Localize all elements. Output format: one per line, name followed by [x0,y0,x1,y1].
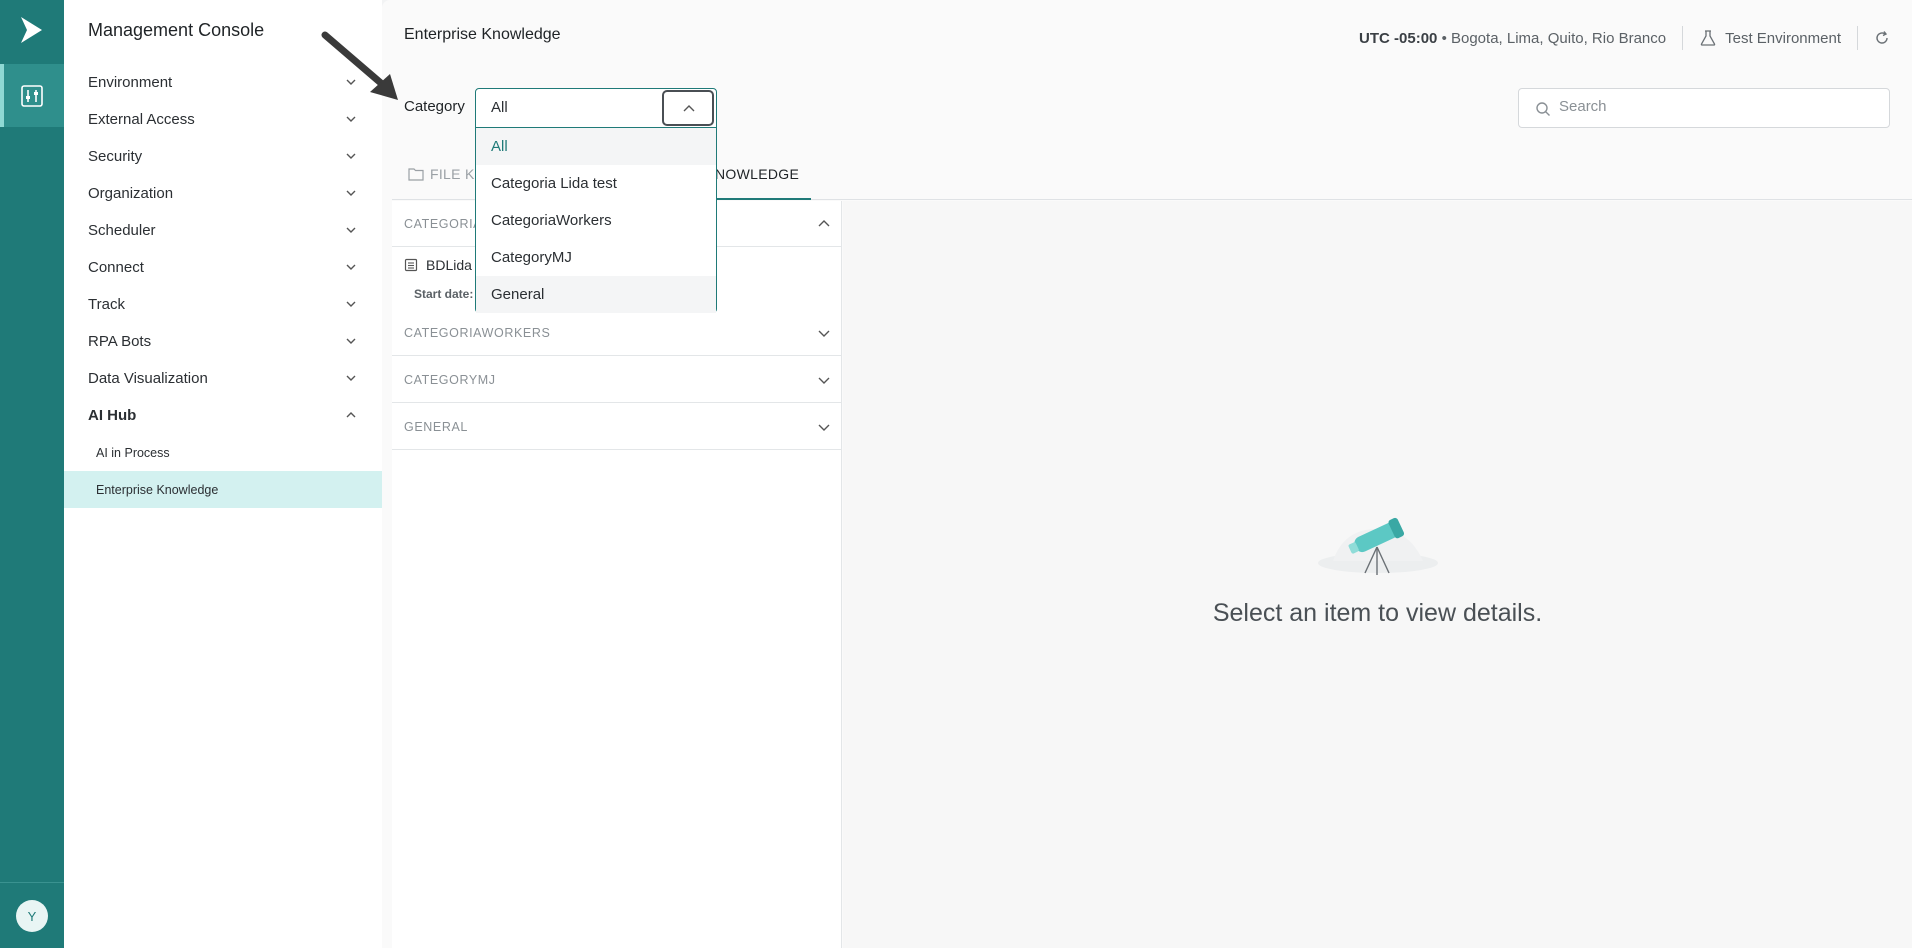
search-input[interactable] [1559,98,1859,115]
sidebar-item-label: Environment [88,74,173,91]
database-icon [404,258,418,272]
sidebar-subitem-ai-in-process[interactable]: AI in Process [64,434,382,471]
refresh-icon[interactable] [1874,30,1890,46]
chevron-down-icon [346,116,356,122]
sidebar-subitem-label: Enterprise Knowledge [96,482,219,497]
timezone-cities: • Bogota, Lima, Quito, Rio Branco [1441,29,1667,47]
group-header-categorymj[interactable]: CATEGORYMJ [392,357,842,403]
group-label: GENERAL [404,419,468,434]
chevron-down-icon [346,190,356,196]
environment-label: Test Environment [1725,29,1841,47]
category-option-categorymj[interactable]: CategoryMJ [476,239,716,276]
category-option-categoria-lida-test[interactable]: Categoria Lida test [476,165,716,202]
empty-state-message: Select an item to view details. [1212,599,1543,627]
chevron-up-icon [683,105,695,112]
chevron-up-icon [346,412,356,418]
pointer-arrow-icon [321,31,398,100]
page-title: Enterprise Knowledge [404,26,561,43]
list-item-start-date: Start date: [414,287,474,301]
header-divider [1857,26,1858,50]
tab-label: NOWLEDGE [715,166,800,182]
group-header-general[interactable]: GENERAL [392,404,842,450]
chevron-down-icon [346,338,356,344]
sidebar-item-external-access[interactable]: External Access [64,101,382,138]
sidebar-item-track[interactable]: Track [64,286,382,323]
folder-icon [408,168,424,181]
flask-icon [1700,30,1716,46]
category-option-categoriaworkers[interactable]: CategoriaWorkers [476,202,716,239]
category-option-general[interactable]: General [476,276,716,313]
category-select-value: All [491,99,508,116]
management-console-rail-button[interactable] [0,64,64,127]
group-label: CATEGORYMJ [404,372,496,387]
sidebar-item-label: Scheduler [88,222,156,239]
main-content: Enterprise Knowledge UTC -05:00 • Bogota… [382,0,1912,948]
sidebar-item-rpa-bots[interactable]: RPA Bots [64,323,382,360]
environment-indicator[interactable]: Test Environment [1699,29,1841,47]
rail-divider [0,882,64,883]
sidebar-item-label: Organization [88,185,174,202]
chevron-down-icon [346,227,356,233]
sidebar-item-label: Track [88,296,125,313]
chevron-up-icon [818,220,830,227]
telescope-illustration-icon [1318,517,1438,575]
sidebar-item-connect[interactable]: Connect [64,249,382,286]
list-item-name: BDLida [426,257,472,273]
sidebar-item-label: Security [88,148,143,165]
user-avatar[interactable]: Y [16,900,48,932]
sidebar-item-label: Connect [88,259,144,276]
search-box[interactable] [1518,88,1890,128]
knowledge-list-panel: CATEGORIA BDLida Start date: CATEGORIAWO… [392,201,842,948]
chevron-down-icon [346,375,356,381]
app-logo-icon[interactable] [18,14,46,46]
category-dropdown: All Categoria Lida test CategoriaWorkers… [475,128,717,313]
chevron-down-icon [818,377,830,384]
sidebar-item-organization[interactable]: Organization [64,175,382,212]
category-select-toggle[interactable] [662,90,714,126]
search-icon [1536,102,1550,116]
sidebar-title: Management Console [88,20,265,40]
category-option-all[interactable]: All [476,128,716,165]
chevron-down-icon [346,264,356,270]
timezone-offset: UTC -05:00 [1359,29,1438,47]
category-label: Category [404,98,465,115]
group-label: CATEGORIA [404,216,483,231]
timezone-text: UTC -05:00 • Bogota, Lima, Quito, Rio Br… [1359,30,1666,47]
sidebar-item-label: Data Visualization [88,370,208,387]
group-header-categoriaworkers[interactable]: CATEGORIAWORKERS [392,310,842,356]
sidebar-subitem-label: AI in Process [96,445,170,460]
sidebar-item-ai-hub[interactable]: AI Hub [64,397,382,434]
sidebar-item-label: RPA Bots [88,333,152,350]
tab-label: FILE K [430,166,475,182]
sidebar-item-data-visualization[interactable]: Data Visualization [64,360,382,397]
sidebar-item-security[interactable]: Security [64,138,382,175]
chevron-down-icon [818,330,830,337]
sidebar-item-scheduler[interactable]: Scheduler [64,212,382,249]
app-rail: Y [0,0,64,948]
sliders-icon [21,85,43,107]
chevron-down-icon [346,301,356,307]
detail-panel: Select an item to view details. [843,201,1912,948]
sidebar: Management Console Environment External … [64,0,382,948]
sidebar-subitem-enterprise-knowledge[interactable]: Enterprise Knowledge [64,471,382,508]
chevron-down-icon [346,153,356,159]
group-label: CATEGORIAWORKERS [404,325,551,340]
sidebar-item-label: AI Hub [88,407,137,424]
header-status: UTC -05:00 • Bogota, Lima, Quito, Rio Br… [1359,26,1890,50]
list-item[interactable]: BDLida [404,257,472,273]
chevron-down-icon [818,424,830,431]
tab-file-knowledge[interactable]: FILE K [408,166,475,182]
sidebar-item-label: External Access [88,111,195,128]
header-divider [1682,26,1684,50]
category-select[interactable]: All [475,88,717,128]
tab-active[interactable]: NOWLEDGE [684,166,812,200]
